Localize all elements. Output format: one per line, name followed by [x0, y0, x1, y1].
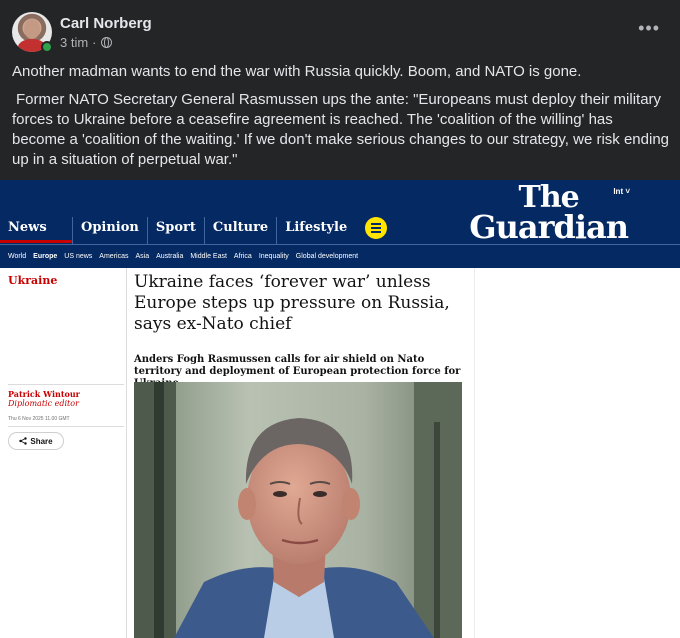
right-column-divider — [474, 268, 475, 638]
byline-divider — [8, 384, 124, 385]
section-label[interactable]: Ukraine — [8, 274, 57, 287]
nav-lifestyle[interactable]: Lifestyle — [276, 217, 355, 245]
meta-separator: · — [92, 35, 97, 50]
subnav-us-news[interactable]: US news — [64, 253, 92, 260]
subnav-world[interactable]: World — [8, 253, 26, 260]
byline-role: Diplomatic editor — [8, 399, 79, 408]
byline-author[interactable]: Patrick Wintour — [8, 389, 80, 399]
guardian-nav: News Opinion Sport Culture Lifestyle — [0, 217, 388, 245]
subnav-americas[interactable]: Americas — [99, 253, 128, 260]
nav-culture[interactable]: Culture — [203, 217, 276, 245]
subnav-asia[interactable]: Asia — [135, 253, 149, 260]
guardian-subnav: World Europe US news Americas Asia Austr… — [0, 244, 680, 268]
post-text-line-2: Former NATO Secretary General Rasmussen … — [12, 91, 669, 168]
post-meta: 3 tim · — [60, 35, 112, 50]
nav-sport[interactable]: Sport — [146, 217, 204, 245]
subnav-australia[interactable]: Australia — [156, 253, 183, 260]
more-options-icon[interactable]: ••• — [638, 18, 660, 39]
post-text: Another madman wants to end the war with… — [12, 62, 670, 170]
article-photo[interactable] — [134, 382, 462, 638]
online-status-dot — [41, 41, 53, 53]
date-divider — [8, 426, 124, 427]
share-label: Share — [30, 436, 53, 446]
menu-icon[interactable] — [365, 217, 388, 239]
nav-news[interactable]: News — [0, 217, 72, 245]
column-divider — [126, 268, 127, 638]
subnav-global-development[interactable]: Global development — [296, 253, 358, 260]
post-header: Carl Norberg 3 tim · ••• — [12, 12, 668, 54]
post-text-line-1: Another madman wants to end the war with… — [12, 63, 582, 80]
article-headline: Ukraine faces ‘forever war’ unless Europ… — [134, 272, 450, 334]
publish-date: Thu 6 Nov 2025 11.00 GMT — [8, 416, 70, 422]
logo-line-2: Guardian — [469, 208, 629, 246]
subnav-inequality[interactable]: Inequality — [259, 253, 289, 260]
nav-opinion[interactable]: Opinion — [72, 217, 147, 245]
guardian-logo: The Guardian — [469, 183, 629, 246]
article-body: Ukraine Ukraine faces ‘forever war’ unle… — [0, 268, 680, 638]
author-name[interactable]: Carl Norberg — [60, 15, 152, 32]
byline: Patrick Wintour Diplomatic editor — [8, 389, 80, 409]
portrait-image — [134, 382, 462, 638]
share-icon — [19, 437, 28, 445]
avatar-face — [24, 19, 40, 39]
guardian-screenshot[interactable]: News Opinion Sport Culture Lifestyle Int… — [0, 180, 680, 638]
guardian-header: News Opinion Sport Culture Lifestyle Int… — [0, 180, 680, 268]
subnav-europe[interactable]: Europe — [33, 253, 57, 260]
globe-icon[interactable] — [100, 37, 112, 48]
share-button[interactable]: Share — [8, 432, 64, 450]
subnav-middle-east[interactable]: Middle East — [190, 253, 227, 260]
subnav-africa[interactable]: Africa — [234, 253, 252, 260]
post-time[interactable]: 3 tim — [60, 35, 88, 50]
